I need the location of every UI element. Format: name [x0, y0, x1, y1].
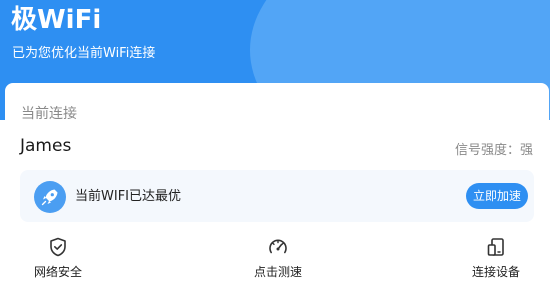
network-security-action[interactable]: 网络安全: [13, 233, 103, 283]
section-label: 当前连接: [21, 106, 77, 122]
boost-button[interactable]: 立即加速: [466, 183, 528, 209]
shield-check-icon: [50, 237, 66, 257]
connection-card: 当前连接 James 信号强度：强 当前WIFI已达最优 立即加速 网络安全 点…: [5, 83, 549, 288]
action-label: 网络安全: [33, 265, 82, 279]
action-label: 点击测速: [253, 265, 302, 279]
devices-icon: [487, 238, 504, 256]
status-text: 当前WIFI已达最优: [75, 189, 181, 204]
signal-strength: 信号强度：强: [454, 143, 533, 158]
optimization-status: 当前WIFI已达最优 立即加速: [20, 170, 534, 222]
speed-test-action[interactable]: 点击测速: [233, 233, 323, 283]
connected-devices-action[interactable]: 连接设备: [451, 233, 541, 283]
speedometer-icon: [269, 239, 287, 254]
action-label: 连接设备: [471, 265, 520, 279]
app-subtitle: 已为您优化当前WiFi连接: [12, 46, 156, 61]
network-name: James: [20, 136, 72, 156]
rocket-icon: [34, 181, 66, 213]
app-title: 极WiFi: [11, 5, 102, 35]
